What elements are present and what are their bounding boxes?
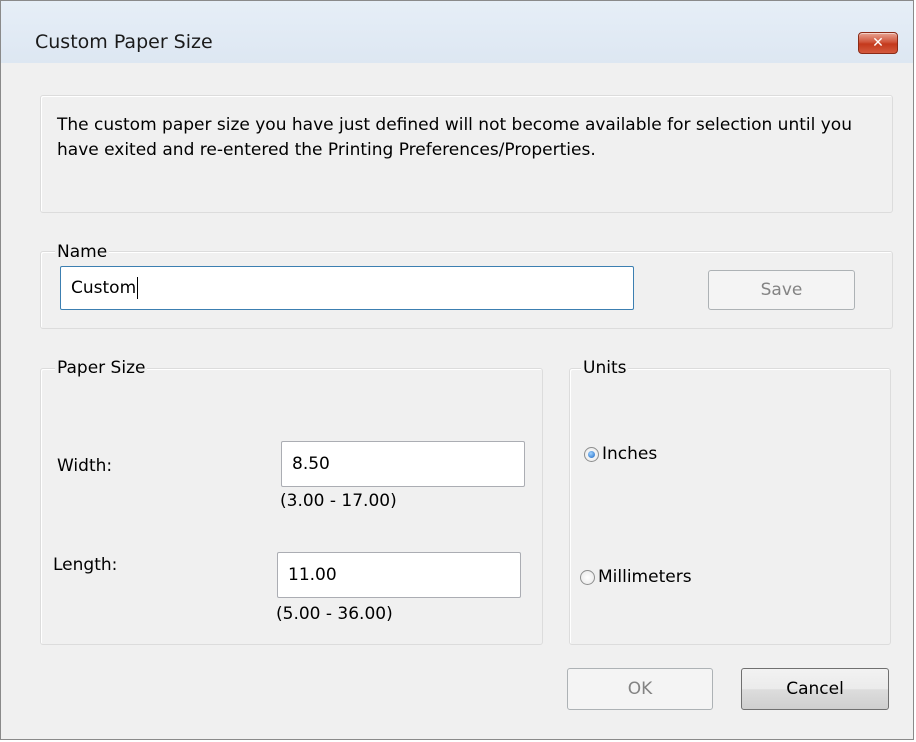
units-group-label: Units [581,358,629,378]
width-range: (3.00 - 17.00) [280,491,397,511]
length-range: (5.00 - 36.00) [276,604,393,624]
width-label: Width: [57,456,113,476]
cancel-button[interactable]: Cancel [741,668,889,710]
info-message: The custom paper size you have just defi… [57,115,852,160]
millimeters-radio-label[interactable]: Millimeters [598,567,692,587]
name-input-value: Custom [71,278,137,298]
close-icon: ✕ [872,35,884,51]
custom-paper-size-dialog: Custom Paper Size ✕ The custom paper siz… [0,0,914,740]
units-group [569,368,891,645]
save-button[interactable]: Save [708,270,855,310]
paper-size-group-label: Paper Size [55,358,148,378]
width-input[interactable]: 8.50 [281,441,525,487]
ok-button[interactable]: OK [567,668,713,710]
name-group-label: Name [55,242,110,262]
width-input-value: 8.50 [292,454,330,474]
title-bar[interactable]: Custom Paper Size ✕ [1,1,913,63]
close-button[interactable]: ✕ [858,32,898,54]
inches-radio[interactable] [584,447,599,462]
window-title: Custom Paper Size [35,31,213,53]
millimeters-radio[interactable] [580,570,595,585]
inches-radio-label[interactable]: Inches [602,444,657,464]
name-input[interactable]: Custom [60,266,634,310]
length-label: Length: [53,555,118,575]
text-caret [137,277,139,299]
length-input-value: 11.00 [288,565,337,585]
length-input[interactable]: 11.00 [277,552,521,598]
